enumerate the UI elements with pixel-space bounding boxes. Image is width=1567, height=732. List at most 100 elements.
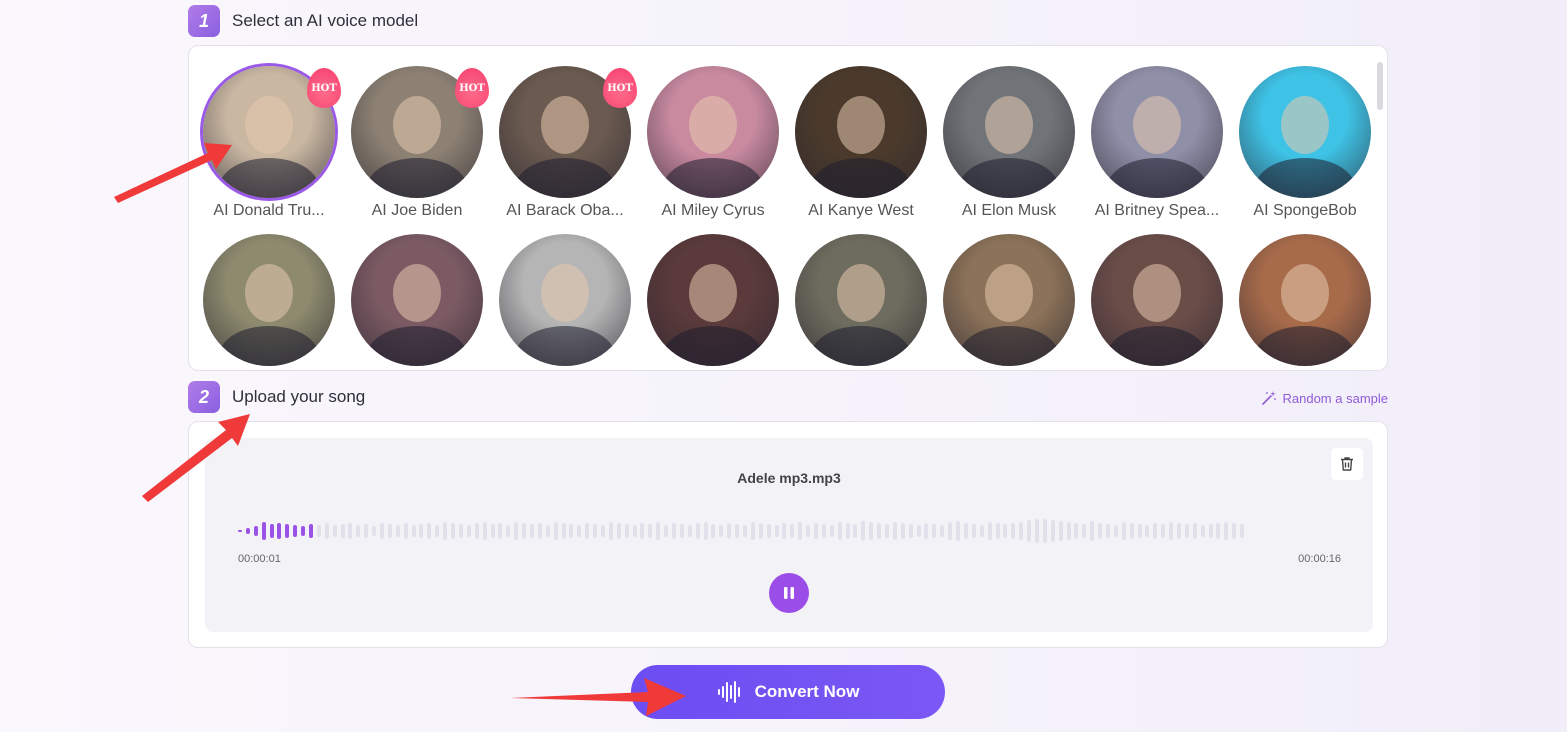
portrait-body [515,326,615,366]
hot-badge: HOT [455,68,489,108]
portrait-face [1281,96,1329,154]
voice-item[interactable]: HOT AI Joe Biden [349,66,489,220]
voice-item[interactable] [497,234,633,366]
waveform-bar [1240,524,1245,538]
waveform-bar [1098,523,1103,539]
voice-item[interactable]: AI Kanye West [793,66,929,220]
waveform-bar [616,523,621,539]
waveform-bar [979,525,984,537]
voice-avatar[interactable] [1239,234,1371,366]
delete-button[interactable] [1331,448,1363,480]
voice-avatar[interactable] [647,66,779,198]
waveform-bar [340,524,345,538]
voice-item[interactable]: AI SpongeBob [1237,66,1373,220]
waveform-bar [474,523,479,539]
waveform-bar [963,523,968,539]
voice-item[interactable] [349,234,485,366]
waveform-bar [837,522,842,540]
waveform-bar [1169,522,1174,540]
waveform-bar [687,525,692,537]
voice-avatar[interactable] [351,234,483,366]
hot-badge: HOT [307,68,341,108]
waveform-bar [719,525,724,537]
portrait-body [1107,326,1207,366]
portrait-face [837,264,885,322]
waveform-bar [561,523,566,539]
waveform-bar [735,524,740,538]
waveform-bar [1192,523,1197,539]
waveform-bar [679,524,684,538]
voice-item[interactable] [941,234,1077,366]
panel-scrollbar[interactable] [1377,62,1383,110]
voice-item[interactable]: AI Miley Cyrus [645,66,781,220]
voice-avatar[interactable] [499,234,631,366]
voice-item[interactable] [201,234,337,366]
waveform-bar [853,524,858,538]
waveform-bar [885,524,890,538]
voice-avatar[interactable] [1239,66,1371,198]
waveform-bar [987,522,992,540]
voice-label: AI SpongeBob [1253,202,1357,219]
waveform-bar [1019,522,1024,540]
voice-item[interactable]: AI Elon Musk [941,66,1077,220]
waveform-bar [348,523,353,539]
waveform-bar [245,528,250,534]
waveform-bar [971,524,976,538]
random-sample-link[interactable]: Random a sample [1261,390,1388,406]
sound-wave-icon [717,681,740,703]
waveform-bar [427,523,432,539]
voice-avatar[interactable] [943,66,1075,198]
portrait-body [367,158,467,198]
voice-avatar[interactable] [647,234,779,366]
waveform-bar [1090,521,1095,541]
voice-avatar[interactable] [1091,234,1223,366]
waveform-bar [1003,524,1008,538]
step-1-title: Select an AI voice model [232,11,419,30]
waveform-bar [774,525,779,537]
waveform-bar [285,524,290,538]
voice-avatar[interactable] [795,66,927,198]
portrait-body [959,158,1059,198]
portrait-face [1133,96,1181,154]
voice-avatar[interactable] [1091,66,1223,198]
waveform-bar [1105,524,1110,538]
waveform-bar [529,524,534,538]
waveform-bar [569,524,574,538]
voice-item[interactable] [1237,234,1373,366]
voice-avatar[interactable] [943,234,1075,366]
waveform-bar [443,522,448,540]
voice-item[interactable]: AI Britney Spea... [1089,66,1225,220]
annotation-arrow-3 [510,678,686,716]
waveform-bar [293,525,298,537]
waveform-bar [466,525,471,537]
voice-item[interactable] [1089,234,1225,366]
waveform-bar [703,522,708,540]
waveform-bar [411,525,416,537]
waveform[interactable] [238,518,1338,544]
waveform-bar [458,524,463,538]
voice-item[interactable] [793,234,929,366]
current-time: 00:00:01 [238,553,281,565]
portrait-body [367,326,467,366]
voice-item[interactable] [645,234,781,366]
portrait-face [393,264,441,322]
voice-label: AI Joe Biden [371,202,463,219]
waveform-bar [1066,522,1071,540]
waveform-bar [553,522,558,540]
magic-wand-icon [1261,391,1276,405]
portrait-body [1107,158,1207,198]
portrait-face [541,264,589,322]
waveform-bar [585,523,590,539]
voice-avatar[interactable] [795,234,927,366]
waveform-bar [829,525,834,537]
annotation-arrow-1 [114,143,232,203]
voice-item[interactable]: HOT AI Barack Oba... [497,66,637,220]
voice-avatar[interactable] [203,234,335,366]
waveform-bar [261,522,266,540]
pause-button[interactable] [769,573,809,613]
waveform-bar [277,523,282,539]
waveform-bar [869,522,874,540]
portrait-body [515,158,615,198]
waveform-bar [380,523,385,539]
waveform-bar [356,525,361,537]
